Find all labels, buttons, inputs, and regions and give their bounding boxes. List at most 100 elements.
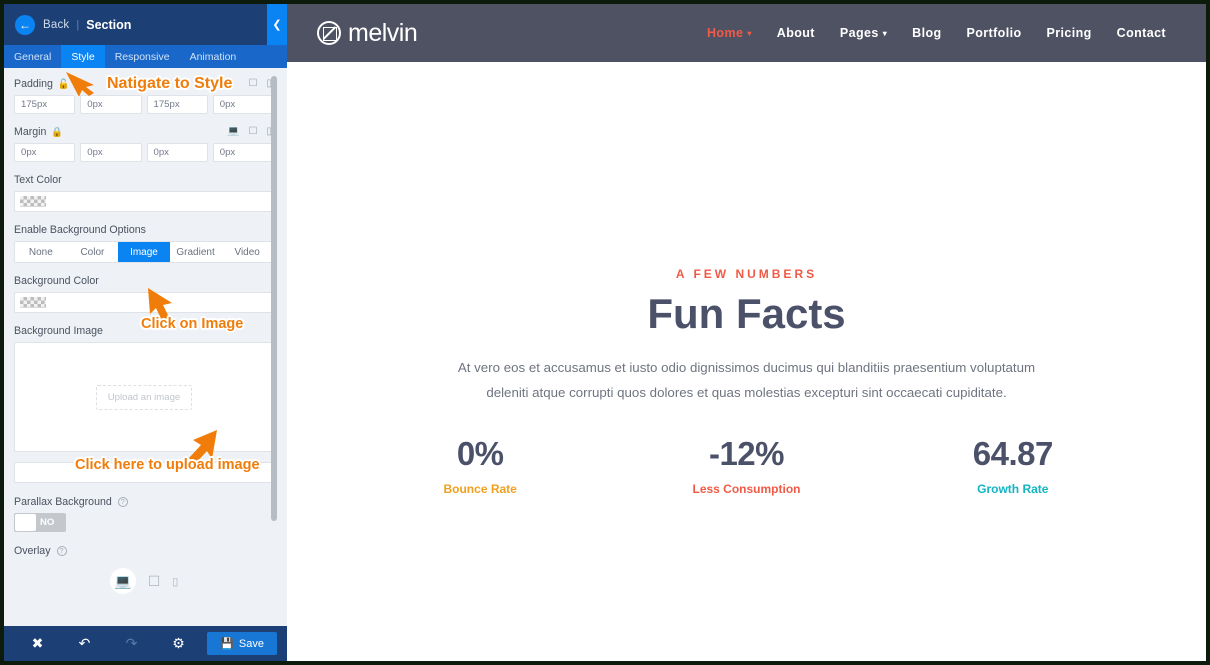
nav-item-portfolio[interactable]: Portfolio — [967, 26, 1022, 40]
close-icon[interactable]: ✖ — [14, 635, 61, 652]
stat-label: Growth Rate — [977, 482, 1049, 497]
floppy-disk-icon: 💾 — [220, 638, 234, 650]
overlay-label-row: Overlay ? — [14, 545, 274, 557]
header-separator: | — [76, 18, 80, 31]
margin-device-icons: 💻 ☐ ▯ — [227, 127, 274, 137]
stat-bounce-rate: 0% Bounce Rate — [347, 435, 613, 496]
margin-inputs: 0px 0px 0px 0px — [14, 143, 274, 162]
parallax-toggle[interactable]: NO — [14, 513, 66, 532]
background-image-dropzone[interactable]: Upload an image — [14, 342, 274, 452]
stats-row: 0% Bounce Rate -12% Less Consumption 64.… — [287, 435, 1206, 496]
builder-panel: ← Back | Section ❮ General Style Respons… — [4, 4, 287, 661]
stat-value: -12% — [708, 435, 785, 473]
stat-label: Bounce Rate — [443, 482, 517, 497]
padding-bottom-input[interactable]: 175px — [146, 95, 208, 114]
chevron-down-icon: ▾ — [882, 28, 888, 38]
chevron-left-icon[interactable]: ❮ — [267, 4, 287, 45]
stat-value: 0% — [456, 435, 504, 473]
save-label: Save — [238, 637, 264, 650]
padding-right-input[interactable]: 0px — [80, 95, 142, 114]
redo-icon[interactable]: ↷ — [108, 635, 155, 652]
transparent-swatch — [20, 196, 46, 207]
desktop-icon: 💻 — [113, 572, 132, 589]
padding-left-input[interactable]: 0px — [212, 95, 274, 114]
margin-top-input[interactable]: 0px — [14, 143, 76, 162]
melvin-logo-icon — [317, 21, 341, 45]
tab-responsive[interactable]: Responsive — [105, 45, 180, 68]
preview-canvas: melvin Home ▾ About Pages ▾ Blog Portfol… — [287, 4, 1206, 661]
annotation-navigate-to-style: Natigate to Style — [107, 75, 233, 92]
margin-label: Margin — [14, 126, 47, 138]
tablet-icon[interactable]: ☐ — [249, 127, 258, 137]
margin-label-row: Margin 🔒 💻 ☐ ▯ — [14, 126, 274, 138]
nav-item-pages[interactable]: Pages ▾ — [840, 26, 887, 40]
stat-value: 64.87 — [972, 435, 1054, 473]
margin-left-input[interactable]: 0px — [212, 143, 274, 162]
nav-item-about[interactable]: About — [777, 26, 815, 40]
parallax-label-row: Parallax Background ? — [14, 496, 274, 508]
margin-bottom-input[interactable]: 0px — [146, 143, 208, 162]
mobile-icon[interactable]: ▯ — [172, 575, 178, 588]
nav-label: Home — [707, 26, 744, 40]
help-icon[interactable]: ? — [56, 546, 67, 556]
padding-top-input[interactable]: 175px — [14, 95, 76, 114]
arrow-left-icon[interactable]: ← — [15, 14, 35, 35]
background-options-segment: None Color Image Gradient Video — [14, 241, 274, 263]
background-options-label: Enable Background Options — [14, 224, 146, 236]
chevron-down-icon: ▾ — [747, 28, 752, 38]
app-window: ← Back | Section ❮ General Style Respons… — [0, 0, 1210, 665]
nav-item-blog[interactable]: Blog — [912, 26, 941, 40]
upload-image-button[interactable]: Upload an image — [95, 384, 193, 410]
panel-body: Padding 🔓 ☐ ▯ 175px 0px 175px 0px Margin… — [4, 68, 287, 626]
panel-scrollbar-track[interactable] — [271, 76, 282, 618]
overlay-label: Overlay — [14, 545, 51, 557]
stat-growth-rate: 64.87 Growth Rate — [880, 435, 1146, 496]
bg-option-none[interactable]: None — [15, 242, 67, 262]
back-label[interactable]: Back — [43, 19, 69, 31]
panel-footer: ✖ ↶ ↷ ⚙ 💾 Save — [4, 626, 287, 661]
panel-tabs: General Style Responsive Animation — [4, 45, 287, 73]
bg-option-video[interactable]: Video — [221, 242, 273, 262]
undo-icon[interactable]: ↶ — [61, 635, 108, 652]
nav-item-pricing[interactable]: Pricing — [1047, 26, 1092, 40]
fun-facts-section: A FEW NUMBERS Fun Facts At vero eos et a… — [287, 62, 1206, 496]
stat-label: Less Consumption — [692, 482, 801, 497]
parallax-toggle-value: NO — [40, 517, 55, 528]
padding-inputs: 175px 0px 175px 0px — [14, 95, 274, 114]
section-eyebrow: A FEW NUMBERS — [675, 267, 818, 281]
text-color-label: Text Color — [14, 174, 62, 186]
site-navbar: melvin Home ▾ About Pages ▾ Blog Portfol… — [287, 4, 1206, 62]
save-button[interactable]: 💾 Save — [207, 632, 277, 655]
tab-style[interactable]: Style — [61, 45, 105, 68]
panel-title: Section — [86, 17, 132, 32]
panel-header: ← Back | Section ❮ — [4, 4, 287, 45]
parallax-label: Parallax Background — [14, 496, 112, 508]
desktop-icon[interactable]: 💻 — [227, 127, 239, 137]
text-color-picker[interactable] — [14, 191, 274, 212]
panel-scrollbar-thumb[interactable] — [271, 76, 277, 521]
help-icon[interactable]: ? — [117, 497, 128, 507]
lock-icon[interactable]: 🔒 — [51, 127, 63, 138]
nav-item-contact[interactable]: Contact — [1117, 26, 1166, 40]
bg-option-gradient[interactable]: Gradient — [170, 242, 222, 262]
tab-animation[interactable]: Animation — [180, 45, 247, 68]
gear-icon[interactable]: ⚙ — [155, 635, 202, 652]
nav-item-home[interactable]: Home ▾ — [707, 26, 752, 40]
stat-less-consumption: -12% Less Consumption — [613, 435, 879, 496]
toggle-knob — [15, 514, 36, 531]
brand-name: melvin — [348, 18, 418, 47]
transparent-swatch — [20, 297, 46, 308]
tablet-icon[interactable]: ☐ — [148, 573, 161, 590]
site-nav-links: Home ▾ About Pages ▾ Blog Portfolio Pric… — [707, 26, 1166, 40]
tablet-icon[interactable]: ☐ — [249, 79, 258, 89]
padding-label: Padding — [14, 78, 53, 90]
bg-option-image[interactable]: Image — [118, 242, 170, 262]
tab-general[interactable]: General — [4, 45, 61, 68]
device-desktop-button[interactable]: 💻 — [109, 568, 136, 594]
site-logo[interactable]: melvin — [317, 18, 418, 48]
section-description: At vero eos et accusamus et iusto odio d… — [457, 360, 1036, 400]
margin-right-input[interactable]: 0px — [80, 143, 142, 162]
device-switcher: 💻 ☐ ▯ — [14, 562, 274, 594]
bg-option-color[interactable]: Color — [67, 242, 119, 262]
annotation-click-to-upload: Click here to upload image — [75, 457, 260, 473]
